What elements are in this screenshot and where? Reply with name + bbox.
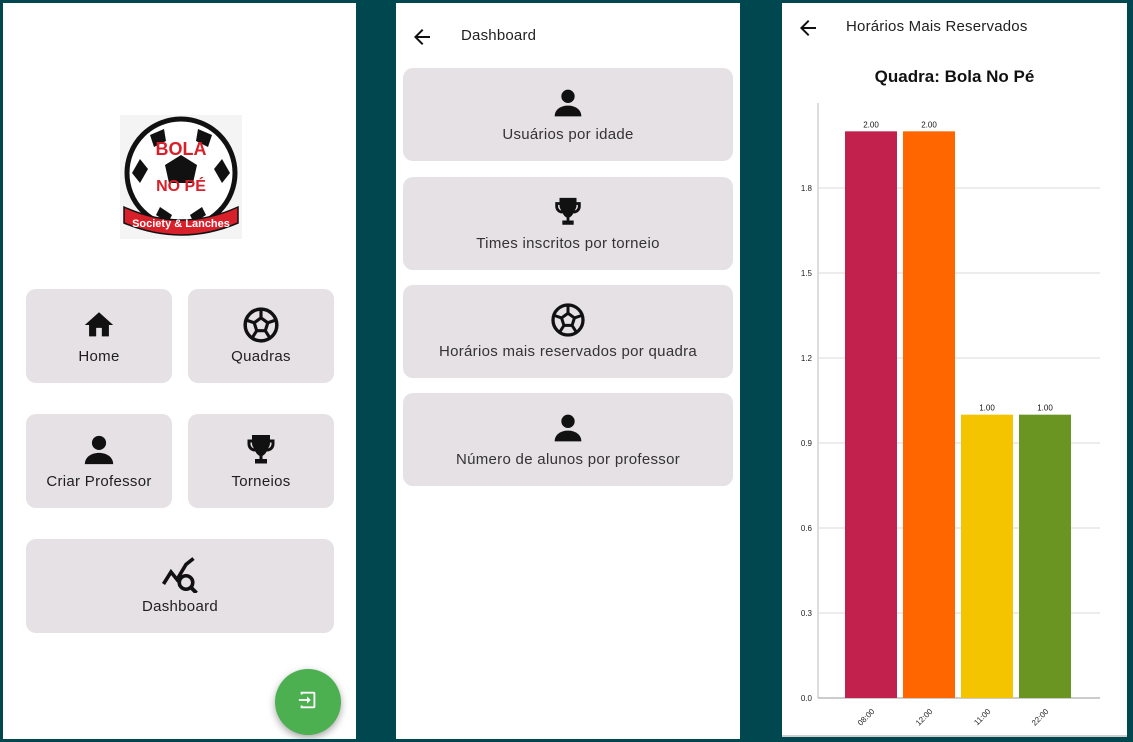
- page-title: Dashboard: [461, 27, 537, 44]
- alunos-por-professor-button[interactable]: Número de alunos por professor: [403, 393, 733, 486]
- logo-banner-text: Society & Lanches: [132, 218, 230, 230]
- dashboard-button-label: Dashboard: [141, 597, 219, 615]
- y-tick-label: 1.8: [801, 184, 813, 193]
- home-screen: BOLA NO PÉ Society & Lanches Home Quadra…: [3, 3, 356, 739]
- logo-text-line1: BOLA: [156, 139, 207, 159]
- horarios-reservados-label: Horários mais reservados por quadra: [438, 343, 698, 360]
- x-tick-label: 11:00: [972, 707, 992, 727]
- x-tick-label: 08:00: [856, 707, 877, 728]
- analytics-icon: [160, 556, 200, 593]
- bar: [903, 131, 955, 699]
- torneios-button[interactable]: Torneios: [188, 414, 334, 508]
- home-button-label: Home: [78, 347, 120, 365]
- y-tick-label: 0.0: [801, 694, 813, 703]
- usuarios-por-idade-label: Usuários por idade: [502, 126, 634, 143]
- home-icon: [81, 308, 117, 342]
- bar-value-label: 1.00: [1037, 404, 1053, 413]
- bar-chart: 0.0 0.3 0.6 0.9 1.2 1.5 1.8 2.00 08:00 2.00 12:00 1…: [801, 103, 1100, 728]
- criar-professor-button[interactable]: Criar Professor: [26, 414, 172, 508]
- bottom-divider: [782, 735, 1127, 737]
- quadras-button-label: Quadras: [231, 347, 291, 365]
- person-icon: [82, 433, 116, 467]
- report-screen: Horários Mais Reservados Quadra: Bola No…: [782, 3, 1127, 737]
- times-inscritos-label: Times inscritos por torneio: [476, 235, 660, 252]
- quadras-button[interactable]: Quadras: [188, 289, 334, 383]
- bar-value-label: 1.00: [979, 404, 995, 413]
- person-icon: [552, 86, 584, 120]
- logo-text-line2: NO PÉ: [156, 176, 206, 195]
- bar: [961, 414, 1013, 698]
- times-inscritos-button[interactable]: Times inscritos por torneio: [403, 177, 733, 270]
- soccer-ball-icon: [242, 306, 280, 343]
- torneios-button-label: Torneios: [231, 472, 291, 490]
- x-tick-label: 12:00: [914, 707, 935, 728]
- alunos-por-professor-label: Número de alunos por professor: [455, 451, 681, 468]
- bar-value-label: 2.00: [863, 120, 879, 129]
- y-tick-label: 0.9: [801, 439, 813, 448]
- y-tick-label: 1.2: [801, 354, 813, 363]
- logout-icon: [297, 689, 319, 716]
- bar: [1019, 414, 1071, 698]
- bola-no-pe-logo: BOLA NO PÉ Society & Lanches: [120, 115, 242, 239]
- back-arrow-icon[interactable]: [410, 25, 434, 49]
- y-tick-label: 0.6: [801, 524, 813, 533]
- criar-professor-button-label: Criar Professor: [46, 472, 152, 490]
- home-button[interactable]: Home: [26, 289, 172, 383]
- horarios-reservados-button[interactable]: Horários mais reservados por quadra: [403, 285, 733, 378]
- logout-button[interactable]: [275, 669, 341, 735]
- app-bar: Dashboard: [396, 3, 740, 67]
- usuarios-por-idade-button[interactable]: Usuários por idade: [403, 68, 733, 161]
- trophy-icon: [551, 195, 585, 229]
- person-icon: [552, 411, 584, 445]
- y-tick-label: 1.5: [801, 269, 813, 278]
- bar: [845, 131, 897, 699]
- bar-value-label: 2.00: [921, 120, 937, 129]
- x-tick-label: 22:00: [1030, 707, 1051, 728]
- y-tick-label: 0.3: [801, 609, 813, 618]
- trophy-icon: [243, 433, 279, 467]
- dashboard-screen: Dashboard Usuários por idade Times inscr…: [396, 3, 740, 739]
- soccer-ball-icon: [550, 303, 586, 337]
- dashboard-button[interactable]: Dashboard: [26, 539, 334, 633]
